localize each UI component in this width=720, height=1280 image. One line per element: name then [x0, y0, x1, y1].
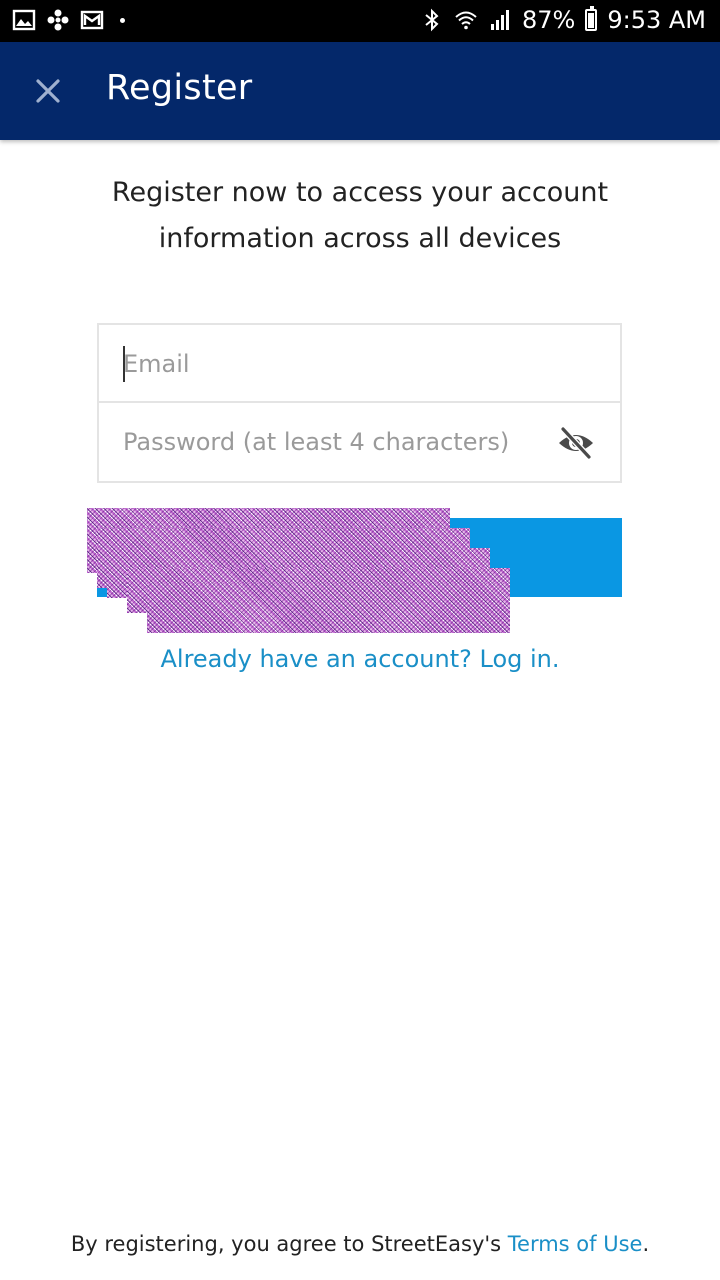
intro-line-1: Register now to access your account — [111, 177, 609, 208]
terms-prefix: By registering, you agree to StreetEasy'… — [70, 1232, 508, 1256]
password-field-container — [99, 403, 620, 481]
email-field[interactable] — [123, 325, 543, 403]
clock: 9:53 AM — [607, 6, 706, 34]
dot-icon — [120, 17, 125, 23]
battery-icon — [585, 6, 598, 31]
status-system: 87% 9:53 AM — [420, 6, 706, 34]
status-bar: 87% 9:53 AM — [0, 0, 720, 42]
status-notifications — [12, 8, 125, 32]
text-cursor — [123, 346, 125, 382]
intro-line-2: information across all devices — [158, 223, 562, 254]
battery-percent: 87% — [522, 6, 576, 34]
obscured-region — [147, 583, 510, 633]
password-field[interactable] — [123, 403, 543, 481]
register-form — [97, 323, 622, 483]
gmail-icon — [80, 10, 104, 30]
intro-text: Register now to access your account info… — [80, 170, 640, 262]
wifi-icon — [455, 11, 477, 30]
page-title: Register — [106, 68, 253, 108]
eye-off-icon[interactable] — [556, 423, 596, 463]
close-icon — [36, 79, 60, 103]
fan-icon — [47, 9, 69, 31]
app-bar: Register — [0, 42, 720, 140]
signal-icon — [491, 10, 509, 30]
gallery-icon — [12, 9, 36, 31]
bluetooth-icon — [425, 8, 439, 32]
terms-suffix: . — [642, 1232, 650, 1256]
login-link[interactable]: Already have an account? Log in. — [0, 645, 720, 673]
terms-of-use-link[interactable]: Terms of Use — [508, 1232, 643, 1256]
terms-notice: By registering, you agree to StreetEasy'… — [0, 1232, 720, 1256]
close-button[interactable] — [28, 71, 68, 111]
email-field-container — [99, 325, 620, 403]
